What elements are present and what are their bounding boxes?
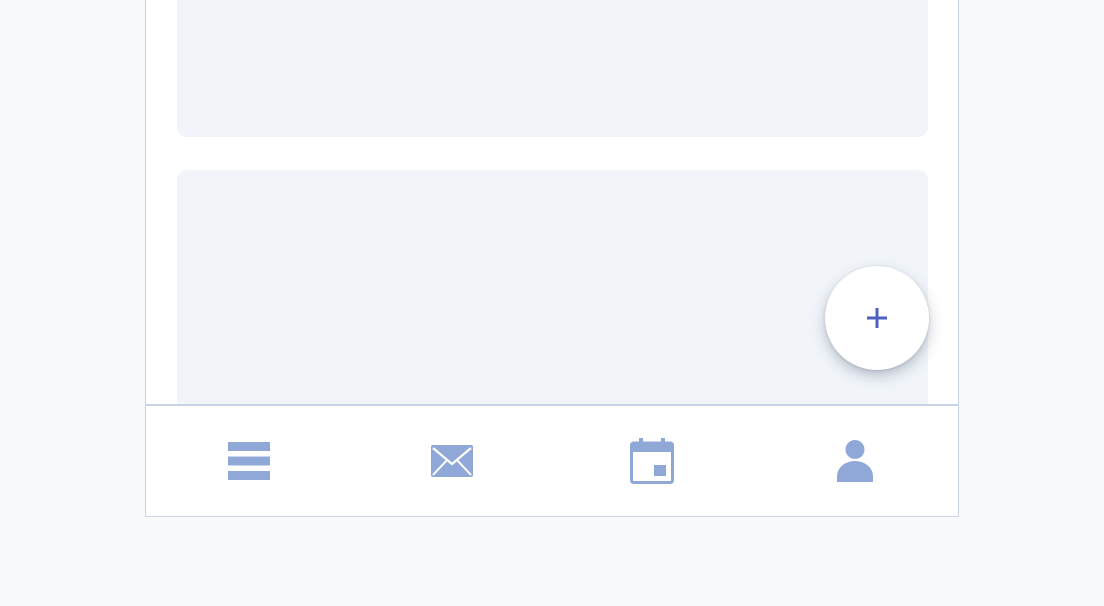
plus-icon [867, 308, 887, 328]
calendar-icon [630, 438, 674, 484]
nav-item-profile[interactable] [752, 406, 958, 516]
user-icon [837, 440, 873, 482]
menu-icon [228, 442, 270, 480]
bottom-navigation [146, 404, 958, 516]
content-card[interactable] [177, 0, 928, 137]
mail-icon [431, 445, 473, 477]
add-button[interactable] [825, 266, 929, 370]
nav-item-menu[interactable] [146, 406, 352, 516]
app-frame [145, 0, 959, 517]
nav-item-mail[interactable] [352, 406, 552, 516]
nav-item-calendar[interactable] [552, 406, 752, 516]
content-card[interactable] [177, 170, 928, 404]
